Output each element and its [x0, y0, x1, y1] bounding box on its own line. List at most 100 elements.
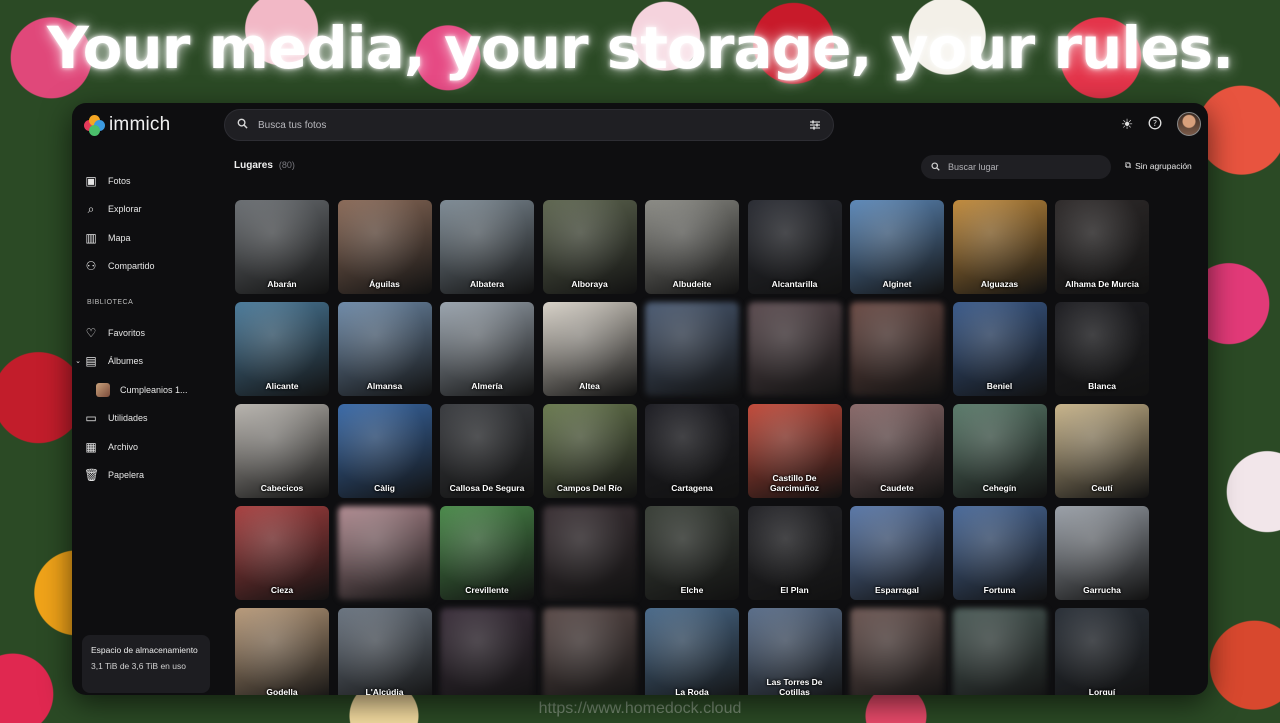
place-tile[interactable]: Castillo De Garcimuñoz [747, 404, 842, 498]
place-tile[interactable]: La Roda [645, 608, 739, 695]
place-name: Almansa [366, 381, 403, 391]
place-tile[interactable] [952, 608, 1047, 695]
place-tile[interactable]: Blanca [1055, 302, 1149, 396]
place-tile[interactable]: Campos Del Río [542, 404, 637, 498]
search-bar[interactable]: Busca tus fotos [224, 109, 834, 141]
place-name: Godella [266, 687, 298, 695]
place-tile[interactable]: Cieza [235, 506, 329, 600]
map-icon: ▥ [85, 231, 97, 245]
avatar[interactable] [1177, 112, 1201, 136]
place-tile[interactable] [542, 608, 637, 695]
place-name: Esparragal [875, 585, 919, 595]
place-tile[interactable] [645, 302, 739, 396]
place-tile[interactable]: Cehegín [952, 404, 1047, 498]
place-tile[interactable] [850, 302, 944, 396]
logo[interactable]: immich [84, 114, 170, 136]
place-tile[interactable]: Abarán [235, 200, 329, 294]
place-tile[interactable]: Lorquí [1055, 608, 1149, 695]
place-tile[interactable]: Alcantarilla [747, 200, 842, 294]
place-name: Fortuna [983, 585, 1016, 595]
place-tile[interactable]: Crevillente [440, 506, 534, 600]
place-tile[interactable]: Almería [440, 302, 534, 396]
places-count: (80) [278, 160, 295, 170]
theme-toggle-icon[interactable]: ☀ [1118, 116, 1136, 133]
grouping-label: Sin agrupación [1135, 160, 1192, 171]
sidebar-item-explorar[interactable]: ⌕ Explorar [84, 199, 142, 219]
photos-icon: ▣ [85, 174, 97, 188]
sidebar-item-albumes[interactable]: ⌄ ▤ Álbumes [75, 351, 143, 371]
tune-icon[interactable] [809, 119, 821, 134]
sidebar-item-fotos[interactable]: ▣ Fotos [84, 171, 130, 191]
people-icon: ⚇ [85, 259, 97, 273]
sidebar-item-label: Explorar [108, 204, 142, 214]
sidebar-item-label: Papelera [108, 470, 145, 480]
sidebar-item-papelera[interactable]: 🗑 Papelera [84, 465, 144, 485]
sidebar-item-utilidades[interactable]: ▭ Utilidades [84, 408, 147, 428]
place-tile[interactable]: Alboraya [542, 200, 637, 294]
place-tile[interactable]: Albudeite [645, 200, 739, 294]
place-tile[interactable]: Fortuna [952, 506, 1047, 600]
chevron-down-icon[interactable]: ⌄ [75, 357, 81, 365]
place-name: Elche [680, 585, 704, 595]
place-tile[interactable] [850, 608, 944, 695]
app-window: immich Busca tus fotos ☀ ? ▣ Fotos ⌕ Exp… [72, 103, 1208, 695]
immich-logo-icon [84, 114, 105, 136]
place-tile[interactable]: Cabecicos [235, 404, 329, 498]
place-name: Crevillente [465, 585, 509, 595]
place-tile[interactable]: L'Alcúdia [337, 608, 432, 695]
album-thumb [96, 383, 110, 397]
sidebar-item-label: Mapa [108, 233, 131, 243]
place-tile[interactable]: Alicante [235, 302, 329, 396]
place-tile[interactable] [337, 506, 432, 600]
place-tile[interactable]: Elche [645, 506, 739, 600]
place-name: Castillo De Garcimuñoz [769, 473, 820, 493]
place-name: Cieza [270, 585, 294, 595]
place-tile[interactable]: Caudete [850, 404, 944, 498]
sidebar-item-label: Compartido [108, 261, 155, 271]
place-name: Callosa De Segura [449, 483, 525, 493]
place-name: La Roda [675, 687, 709, 695]
place-search-input[interactable]: Buscar lugar [948, 162, 999, 172]
search-icon [931, 158, 940, 176]
place-name: El Plan [780, 585, 809, 595]
sidebar-item-archivo[interactable]: ▦ Archivo [84, 437, 138, 457]
place-tile[interactable]: Esparragal [850, 506, 944, 600]
sidebar-item-album-cumpleanios[interactable]: Cumpleanios 1... [96, 380, 188, 400]
place-tile[interactable]: Ceutí [1055, 404, 1149, 498]
place-tile[interactable]: Beniel [952, 302, 1047, 396]
place-tile[interactable]: Callosa De Segura [440, 404, 534, 498]
place-name: Alboraya [571, 279, 608, 289]
place-tile[interactable]: Godella [235, 608, 329, 695]
album-icon: ▤ [85, 354, 97, 368]
place-tile[interactable]: Alguazas [952, 200, 1047, 294]
place-name: Alcantarilla [771, 279, 818, 289]
place-tile[interactable] [747, 302, 842, 396]
sidebar-item-favoritos[interactable]: ♡ Favoritos [84, 323, 145, 343]
place-tile[interactable]: Altea [542, 302, 637, 396]
help-icon[interactable]: ? [1146, 116, 1164, 133]
place-tile[interactable]: Albatera [440, 200, 534, 294]
places-grid: Abarán Águilas Albatera Alboraya Albudeite Al… [235, 200, 1155, 695]
place-tile[interactable]: Alginet [850, 200, 944, 294]
grouping-button[interactable]: ⧉ Sin agrupación [1125, 160, 1192, 171]
place-tile[interactable]: Càlig [337, 404, 432, 498]
place-search-bar[interactable]: Buscar lugar [921, 155, 1111, 179]
app-name: immich [109, 114, 171, 135]
place-tile[interactable]: Alhama De Murcia [1055, 200, 1149, 294]
sidebar-item-compartido[interactable]: ⚇ Compartido [84, 256, 155, 276]
place-tile[interactable]: Almansa [337, 302, 432, 396]
sidebar-item-mapa[interactable]: ▥ Mapa [84, 228, 131, 248]
place-tile[interactable]: Garrucha [1055, 506, 1149, 600]
place-name: Alginet [882, 279, 912, 289]
place-name: Alguazas [980, 279, 1019, 289]
place-tile[interactable] [542, 506, 637, 600]
place-name: Abarán [267, 279, 297, 289]
place-tile[interactable] [440, 608, 534, 695]
place-name: Cartagena [671, 483, 713, 493]
place-tile[interactable]: El Plan [747, 506, 842, 600]
place-tile[interactable]: Águilas [337, 200, 432, 294]
place-tile[interactable]: Cartagena [645, 404, 739, 498]
place-tile[interactable]: Las Torres De Cotillas [747, 608, 842, 695]
storage-panel[interactable]: Espacio de almacenamiento 3,1 TiB de 3,6… [82, 635, 210, 693]
search-input[interactable]: Busca tus fotos [258, 120, 326, 131]
